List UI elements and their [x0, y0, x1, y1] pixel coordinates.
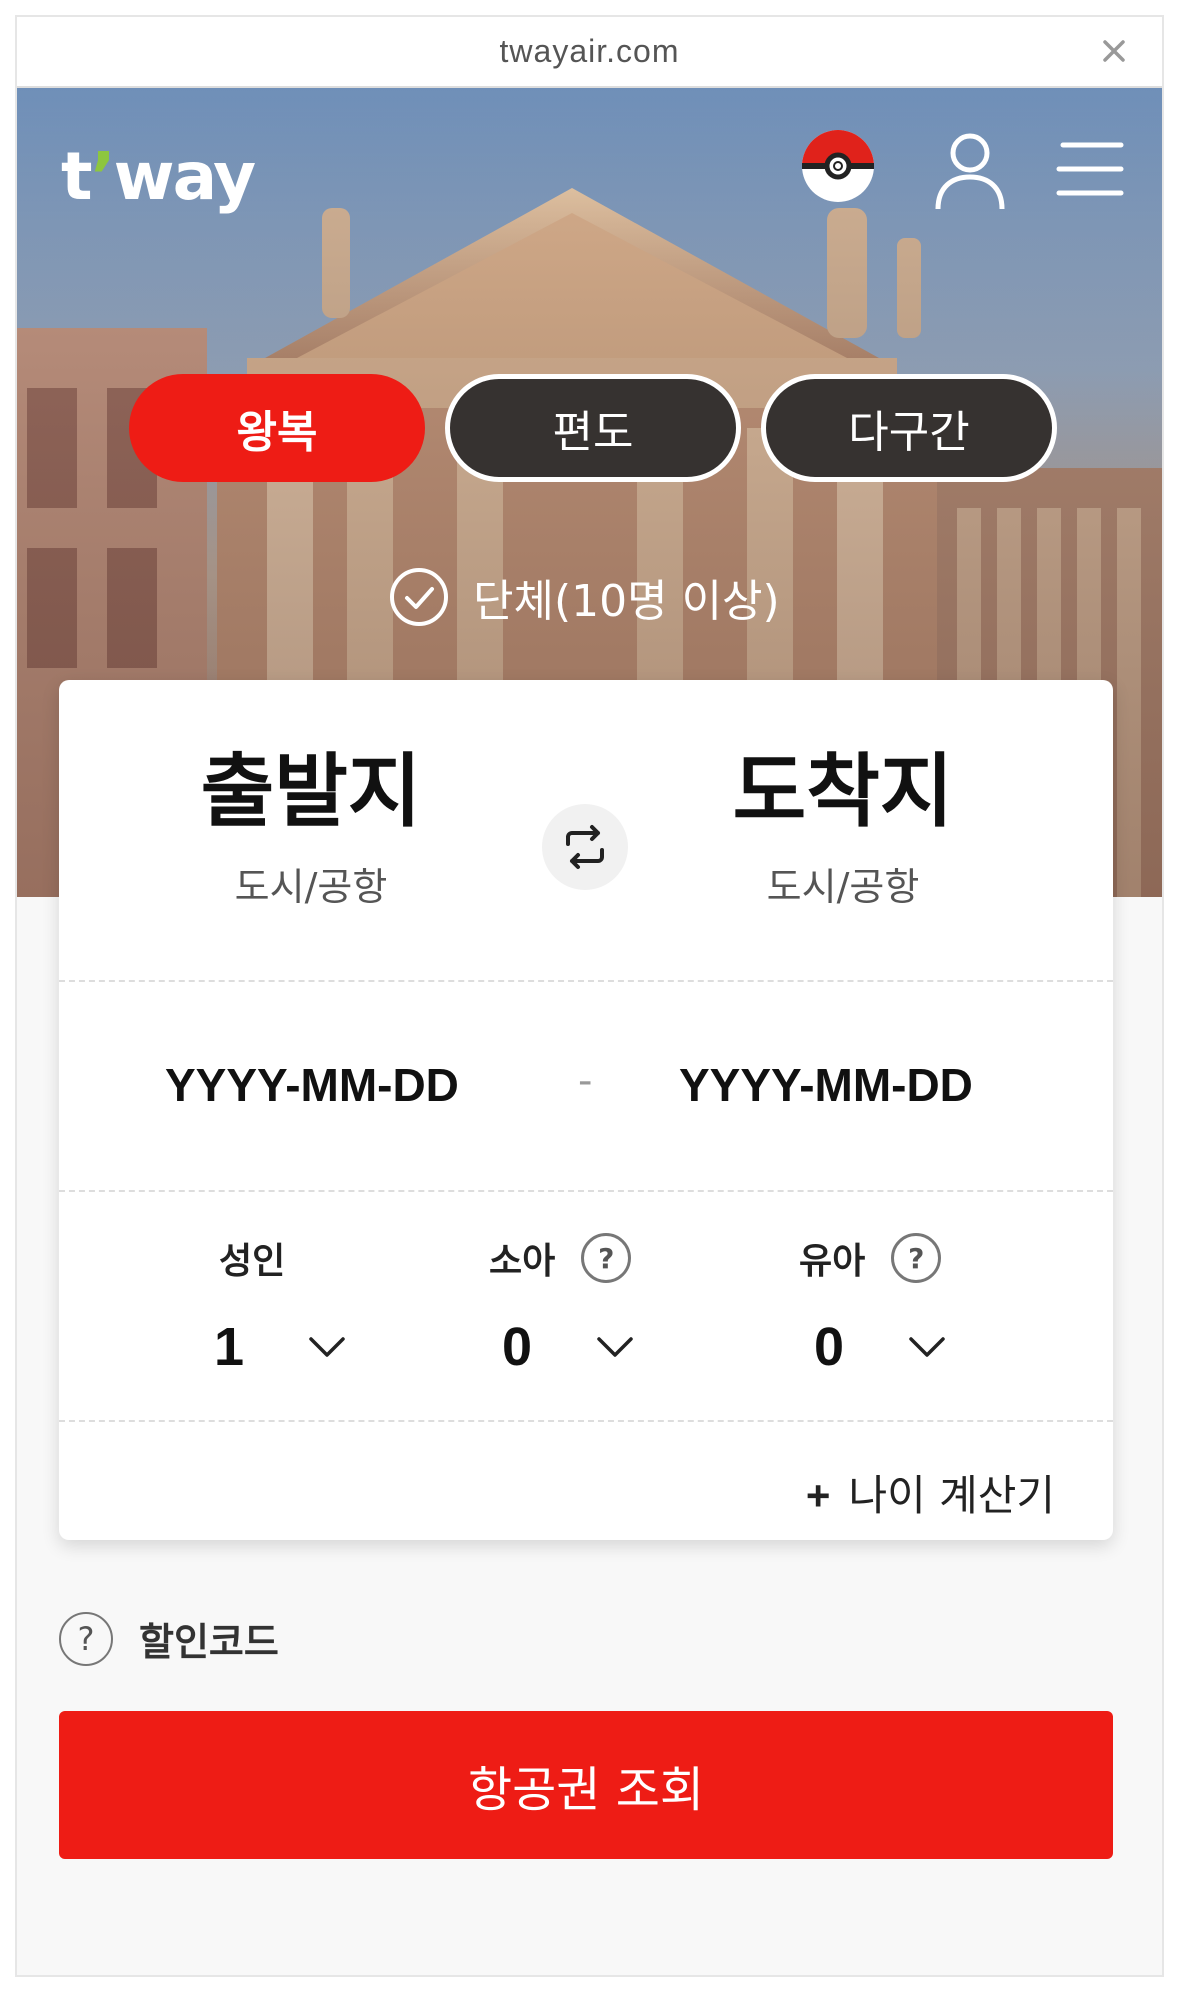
passenger-child: 소아 ? 0: [489, 1232, 729, 1377]
child-help-icon[interactable]: ?: [581, 1233, 632, 1283]
chevron-down-icon: [309, 1337, 345, 1357]
question-circle-icon: ?: [59, 1611, 113, 1666]
passenger-adult: 성인 1: [214, 1232, 459, 1377]
adult-count: 1: [213, 1317, 245, 1377]
adult-label: 성인: [219, 1241, 286, 1282]
child-label: 소아: [489, 1241, 556, 1282]
discount-code-toggle[interactable]: ? 할인코드: [59, 1611, 279, 1666]
passenger-infant: 유아 ? 0: [799, 1232, 1039, 1377]
origin-subtitle: 도시/공항: [234, 865, 388, 909]
destination-title: 도착지: [732, 745, 954, 838]
child-count: 0: [501, 1317, 533, 1377]
tway-logo[interactable]: t’way: [61, 138, 257, 215]
logo-text-tail: way: [113, 138, 257, 215]
group-booking-toggle[interactable]: 단체(10명 이상): [389, 565, 780, 629]
infant-count: 0: [813, 1317, 845, 1377]
age-calculator-link[interactable]: + 나이 계산기: [806, 1462, 1055, 1523]
swap-arrows-icon: [566, 825, 604, 869]
browser-frame: twayair.com t’way 왕복 편도 다구간 단체(10명 이상) 출…: [15, 15, 1164, 1977]
infant-label: 유아: [799, 1241, 866, 1282]
pokeball-icon[interactable]: [799, 127, 877, 205]
tab-one-way[interactable]: 편도: [445, 374, 741, 482]
age-calculator-label: 나이 계산기: [848, 1471, 1055, 1520]
search-flights-button[interactable]: 항공권 조회: [59, 1711, 1113, 1859]
infant-help-icon[interactable]: ?: [891, 1233, 942, 1283]
logo-apostrophe: ’: [90, 138, 116, 215]
swap-route-button[interactable]: [542, 804, 628, 890]
check-circle-icon: [390, 568, 448, 626]
origin-title: 출발지: [200, 745, 422, 838]
return-date[interactable]: YYYY-MM-DD: [679, 1058, 973, 1112]
plus-icon: +: [805, 1472, 831, 1519]
browser-url-bar: twayair.com: [17, 17, 1162, 88]
infant-count-select[interactable]: 0: [799, 1316, 947, 1378]
tab-round-trip[interactable]: 왕복: [129, 374, 425, 482]
date-selector: YYYY-MM-DD - YYYY-MM-DD: [59, 980, 1113, 1190]
trip-type-tabs: 왕복 편도 다구간: [129, 374, 1069, 484]
destination-subtitle: 도시/공항: [766, 865, 920, 909]
destination-selector[interactable]: 도착지 도시/공항: [663, 742, 1023, 911]
tab-multi-city[interactable]: 다구간: [761, 374, 1057, 482]
date-separator: -: [578, 1058, 593, 1104]
booking-card: 출발지 도시/공항 도착지 도시/공항 YYYY-MM-DD - YYYY-MM…: [59, 680, 1113, 1540]
logo-text-main: t: [61, 138, 93, 215]
passenger-selector: 성인 1 소아 ? 0 유아 ? 0: [59, 1192, 1113, 1420]
departure-date[interactable]: YYYY-MM-DD: [165, 1058, 459, 1112]
chevron-down-icon: [909, 1337, 945, 1357]
origin-selector[interactable]: 출발지 도시/공항: [131, 742, 491, 911]
user-icon[interactable]: [932, 129, 1008, 213]
close-icon[interactable]: [1096, 33, 1132, 69]
discount-code-label: 할인코드: [139, 1620, 279, 1664]
divider: [59, 1420, 1113, 1422]
route-selector: 출발지 도시/공항 도착지 도시/공항: [59, 680, 1113, 980]
group-booking-label: 단체(10명 이상): [473, 576, 780, 627]
adult-count-select[interactable]: 1: [199, 1316, 347, 1378]
child-count-select[interactable]: 0: [487, 1316, 635, 1378]
url-text[interactable]: twayair.com: [500, 33, 680, 70]
chevron-down-icon: [597, 1337, 633, 1357]
hamburger-menu-icon[interactable]: [1055, 139, 1127, 199]
